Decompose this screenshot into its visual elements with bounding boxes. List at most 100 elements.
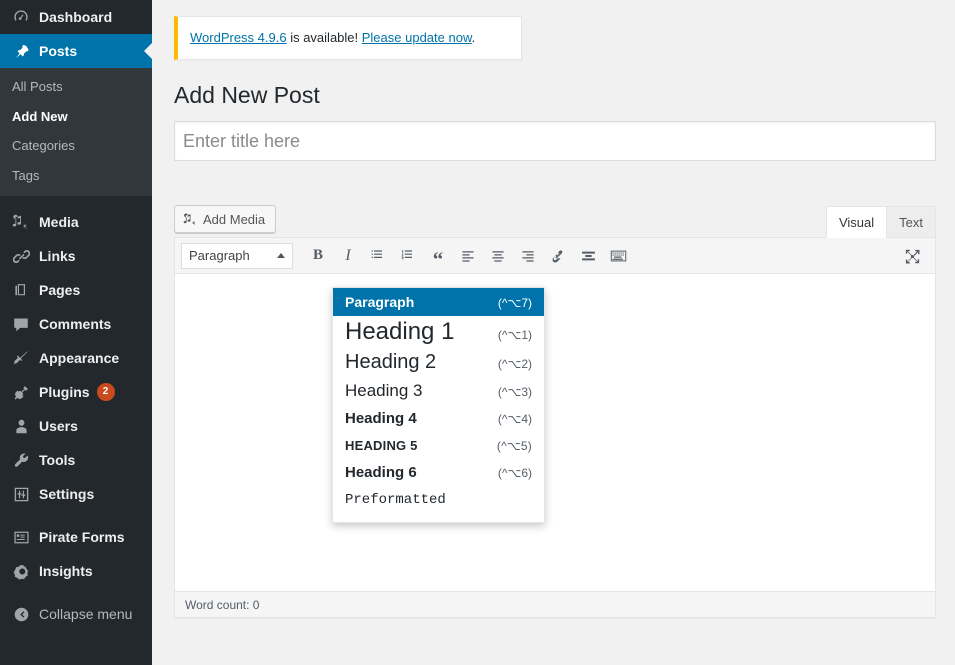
submenu-item-tags[interactable]: Tags [0, 161, 152, 191]
blockquote-button[interactable]: “ [423, 242, 453, 270]
collapse-icon [9, 606, 33, 623]
plugins-icon [9, 384, 33, 401]
sidebar-item-label: Insights [39, 563, 93, 580]
sidebar-item-insights[interactable]: Insights [0, 554, 152, 588]
format-dropdown-menu: Paragraph (^⌥7) Heading 1 (^⌥1) Heading 2 (^⌥… [332, 287, 545, 523]
numbered-list-button[interactable] [393, 242, 423, 270]
editor-statusbar: Word count: 0 [175, 591, 935, 618]
users-icon [9, 418, 33, 435]
format-option-shortcut: (^⌥2) [497, 357, 532, 371]
format-option-label: HEADING 5 [345, 438, 418, 453]
sidebar-item-label: Settings [39, 486, 95, 503]
sidebar-item-appearance[interactable]: Appearance [0, 341, 152, 375]
align-center-button[interactable] [483, 242, 513, 270]
submenu-item-categories[interactable]: Categories [0, 131, 152, 161]
settings-icon [9, 486, 33, 503]
please-update-now-link[interactable]: Please update now [362, 30, 472, 45]
format-option-shortcut: (^⌥3) [497, 385, 532, 399]
sidebar-item-label: Dashboard [39, 9, 113, 25]
format-option-paragraph[interactable]: Paragraph (^⌥7) [333, 288, 544, 316]
sidebar-item-plugins[interactable]: Plugins 2 [0, 375, 152, 409]
sidebar-item-label: Posts [39, 43, 78, 59]
bulleted-list-button[interactable] [363, 242, 393, 270]
align-left-button[interactable] [453, 242, 483, 270]
sidebar-item-dashboard[interactable]: Dashboard [0, 0, 152, 34]
add-media-label: Add Media [203, 211, 266, 227]
editor-container: Paragraph B I “ Word count: 0 [174, 237, 936, 619]
read-more-button[interactable] [573, 242, 603, 270]
comments-icon [9, 316, 33, 333]
format-option-shortcut: (^⌥4) [497, 412, 532, 426]
word-count: Word count: 0 [185, 597, 260, 612]
tab-text[interactable]: Text [886, 205, 936, 239]
editor-mode-tabs: Visual Text [825, 205, 936, 239]
format-option-heading-2[interactable]: Heading 2 (^⌥2) [333, 348, 544, 377]
format-option-heading-4[interactable]: Heading 4 (^⌥4) [333, 405, 544, 432]
media-icon [183, 212, 198, 227]
submenu-item-add-new[interactable]: Add New [0, 102, 152, 132]
sidebar-item-pages[interactable]: Pages [0, 273, 152, 307]
align-right-button[interactable] [513, 242, 543, 270]
format-option-heading-1[interactable]: Heading 1 (^⌥1) [333, 316, 544, 348]
sidebar-item-label: Pages [39, 282, 81, 299]
post-title-input[interactable] [174, 121, 936, 162]
menu-separator [0, 196, 152, 205]
toolbar-toggle-button[interactable] [603, 242, 633, 270]
wrench-icon [9, 452, 33, 469]
format-option-preformatted[interactable]: Preformatted [333, 486, 544, 514]
notice-end-text: . [471, 30, 476, 45]
collapse-menu-label: Collapse menu [39, 606, 133, 623]
format-option-shortcut: (^⌥7) [497, 296, 532, 310]
link-icon [9, 248, 33, 265]
sidebar-item-pirate-forms[interactable]: Pirate Forms [0, 520, 152, 554]
page-title: Add New Post [174, 81, 320, 108]
submenu-item-all-posts[interactable]: All Posts [0, 72, 152, 102]
update-notice: WordPress 4.9.6 is available! Please upd… [174, 16, 522, 60]
format-option-heading-6[interactable]: Heading 6 (^⌥6) [333, 459, 544, 486]
tab-visual[interactable]: Visual [825, 205, 888, 239]
sidebar-item-settings[interactable]: Settings [0, 477, 152, 511]
format-option-shortcut: (^⌥6) [497, 466, 532, 480]
form-icon [9, 530, 33, 545]
editor-toolbar: Paragraph B I “ [175, 238, 935, 275]
sidebar-item-label: Pirate Forms [39, 529, 125, 546]
format-option-heading-5[interactable]: HEADING 5 (^⌥5) [333, 432, 544, 459]
sidebar-item-label: Media [39, 214, 79, 231]
format-option-label: Heading 4 [345, 410, 417, 427]
format-option-heading-3[interactable]: Heading 3 (^⌥3) [333, 377, 544, 405]
wp-admin-screen: Dashboard Posts All Posts Add New Categories… [0, 0, 955, 665]
paintbrush-icon [9, 350, 33, 367]
wordpress-version-link[interactable]: WordPress 4.9.6 [190, 30, 287, 45]
format-option-label: Heading 1 [345, 318, 455, 345]
editor-content-area[interactable] [175, 274, 935, 592]
sidebar-item-media[interactable]: Media [0, 205, 152, 239]
insert-link-button[interactable] [543, 242, 573, 270]
format-option-label: Heading 6 [345, 464, 417, 481]
sidebar-item-comments[interactable]: Comments [0, 307, 152, 341]
menu-separator [0, 511, 152, 520]
sidebar-item-links[interactable]: Links [0, 239, 152, 273]
italic-button[interactable]: I [333, 242, 363, 270]
bold-button[interactable]: B [303, 242, 333, 270]
sidebar-item-tools[interactable]: Tools [0, 443, 152, 477]
plugins-update-badge: 2 [96, 383, 115, 402]
format-option-shortcut: (^⌥1) [497, 328, 532, 342]
format-option-label: Paragraph [345, 294, 415, 310]
notice-mid-text: is available! [286, 30, 362, 45]
format-option-shortcut: (^⌥5) [496, 439, 532, 453]
collapse-menu-button[interactable]: Collapse menu [0, 597, 152, 631]
menu-separator [0, 588, 152, 597]
chevron-up-icon [277, 253, 285, 259]
admin-sidebar: Dashboard Posts All Posts Add New Categories… [0, 0, 152, 665]
format-option-label: Heading 3 [345, 381, 423, 400]
format-select-button[interactable]: Paragraph [181, 242, 293, 269]
main-content: WordPress 4.9.6 is available! Please upd… [152, 0, 955, 665]
sidebar-item-label: Tools [39, 452, 76, 469]
sidebar-item-users[interactable]: Users [0, 409, 152, 443]
format-option-label: Preformatted [345, 492, 446, 508]
media-icon [9, 213, 33, 231]
add-media-button[interactable]: Add Media [174, 205, 277, 234]
sidebar-item-posts[interactable]: Posts [0, 34, 152, 68]
fullscreen-button[interactable] [897, 242, 927, 270]
format-option-label: Heading 2 [345, 351, 437, 373]
